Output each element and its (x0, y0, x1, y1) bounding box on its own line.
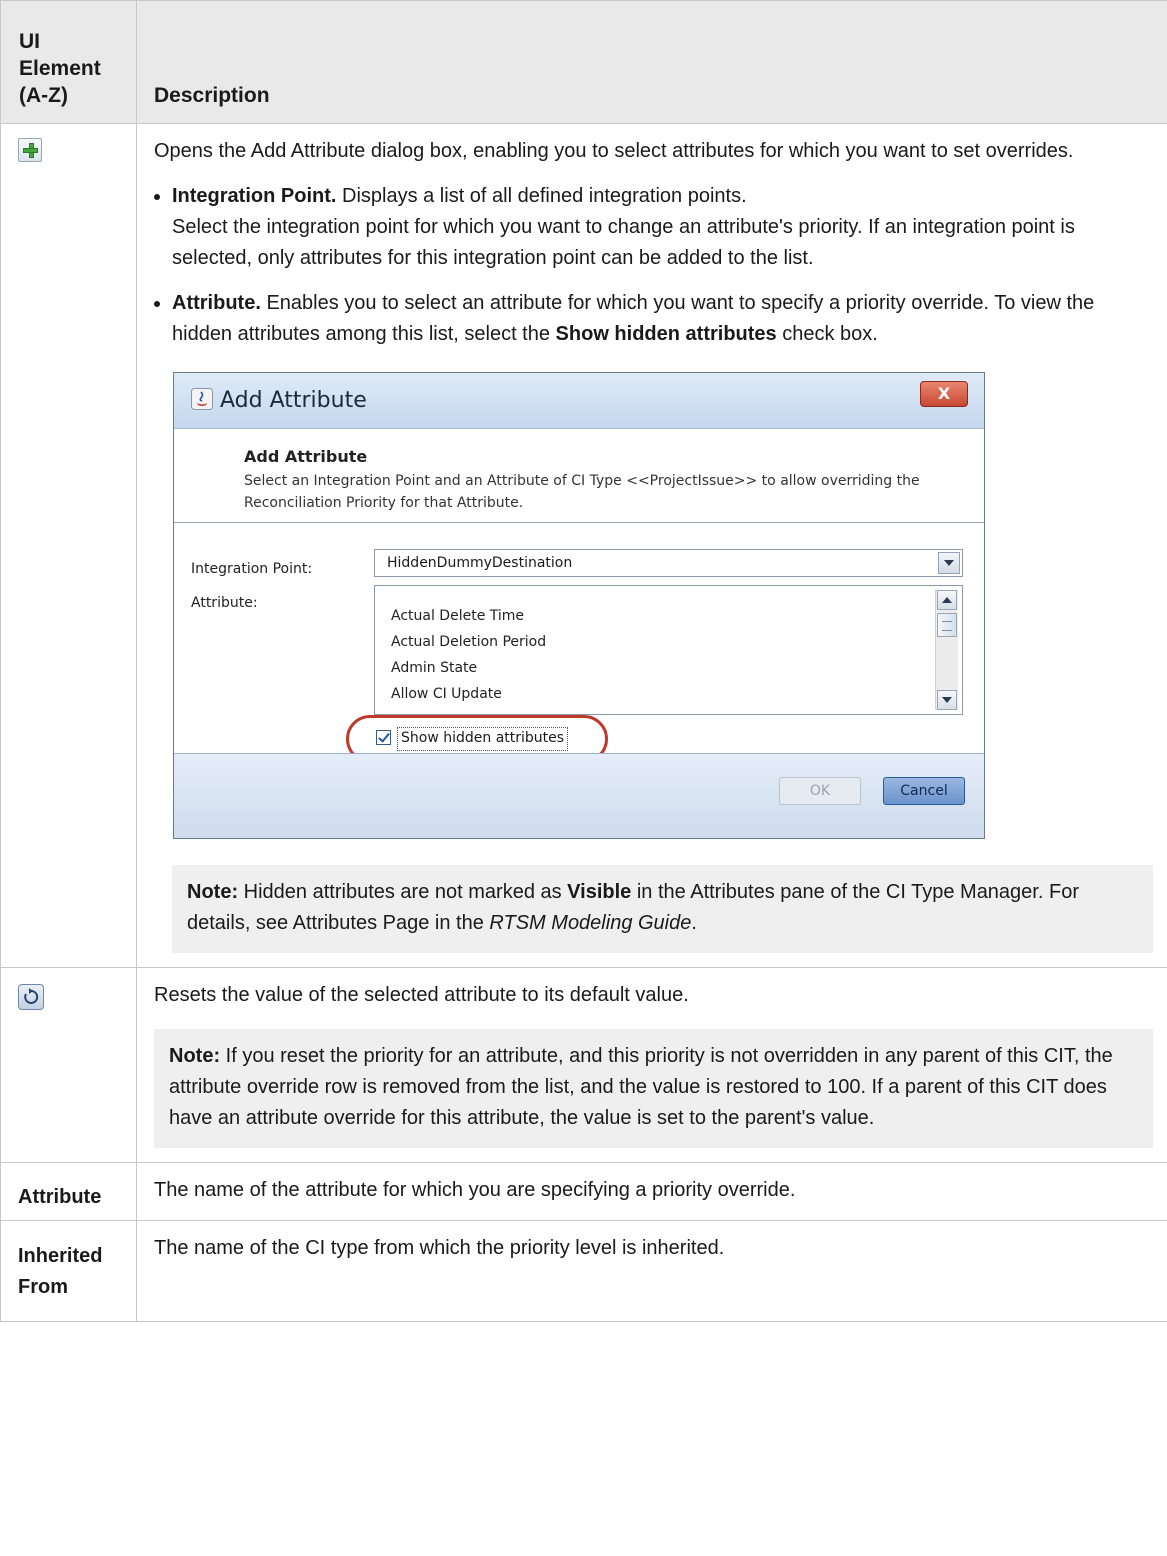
scroll-down-icon[interactable] (937, 690, 957, 710)
header-ui-element: UI Element (A-Z) (0, 0, 137, 124)
close-icon: X (937, 384, 951, 403)
ui-element-cell (0, 123, 137, 968)
dialog-header-description: Select an Integration Point and an Attri… (244, 473, 920, 511)
note-box: Note: Hidden attributes are not marked a… (172, 865, 1153, 953)
dialog-body: Integration Point: HiddenDummyDestinatio… (174, 523, 984, 763)
note-box: Note: If you reset the priority for an a… (154, 1029, 1153, 1148)
table-row: Attribute The name of the attribute for … (0, 1162, 1167, 1221)
ui-element-name: Inherited From (18, 1245, 103, 1298)
bullet-attribute: Attribute. Enables you to select an attr… (154, 288, 1153, 350)
header-ui-element-label: UI Element (A-Z) (19, 30, 101, 107)
chevron-down-icon[interactable] (938, 552, 960, 574)
ui-element-cell: Inherited From (0, 1220, 137, 1322)
description-cell: The name of the attribute for which you … (136, 1162, 1167, 1221)
dialog-header-title: Add Attribute (244, 447, 368, 466)
bullet-integration-point: Integration Point. Displays a list of al… (154, 181, 1153, 212)
dialog-footer: OK Cancel (174, 753, 984, 838)
bullet-term: Integration Point. (172, 185, 337, 207)
add-description: Opens the Add Attribute dialog box, enab… (154, 140, 1074, 162)
description-cell: Opens the Add Attribute dialog box, enab… (136, 123, 1167, 968)
scroll-up-icon[interactable] (937, 590, 957, 610)
table-header-row: UI Element (A-Z) Description (0, 0, 1167, 124)
attribute-list[interactable]: Actual Delete Time Actual Deletion Perio… (374, 585, 963, 715)
dialog-title: Add Attribute (220, 388, 367, 413)
dialog-title-bar: Add Attribute X (174, 373, 984, 429)
bullet-term: Attribute. (172, 292, 261, 314)
note-text: Hidden attributes are not marked as (238, 881, 568, 903)
attribute-description: The name of the attribute for which you … (154, 1179, 796, 1201)
add-plus-icon (18, 138, 42, 162)
table-row: Resets the value of the selected attribu… (0, 967, 1167, 1163)
integration-point-label: Integration Point: (191, 561, 313, 577)
note-italic: RTSM Modeling Guide (489, 912, 692, 934)
description-cell: Resets the value of the selected attribu… (136, 967, 1167, 1163)
reset-icon (18, 984, 44, 1010)
reset-description: Resets the value of the selected attribu… (154, 984, 689, 1006)
ui-element-name: Attribute (18, 1186, 102, 1208)
list-item[interactable]: Allow CI Update (391, 679, 502, 710)
cancel-button[interactable]: Cancel (883, 777, 965, 805)
header-description: Description (136, 0, 1167, 124)
attribute-label: Attribute: (191, 595, 258, 611)
bullet-sub-text: Select the integration point for which y… (172, 216, 1075, 269)
ui-element-cell (0, 967, 137, 1163)
table-row: Opens the Add Attribute dialog box, enab… (0, 123, 1167, 968)
scroll-thumb[interactable] (937, 613, 957, 637)
dialog-header: Add Attribute Select an Integration Poin… (174, 429, 984, 523)
inherited-from-description: The name of the CI type from which the p… (154, 1237, 725, 1259)
close-button[interactable]: X (920, 381, 968, 407)
ui-element-cell: Attribute (0, 1162, 137, 1221)
header-description-label: Description (154, 84, 270, 107)
attribute-list-scrollbar[interactable] (935, 590, 958, 710)
table-row: Inherited From The name of the CI type f… (0, 1220, 1167, 1322)
note-text: . (691, 912, 697, 934)
note-text: If you reset the priority for an attribu… (169, 1045, 1113, 1129)
note-bold: Visible (567, 881, 632, 903)
description-cell: The name of the CI type from which the p… (136, 1220, 1167, 1322)
integration-point-value: HiddenDummyDestination (387, 555, 573, 571)
java-app-icon (191, 388, 213, 410)
bullet-text: check box. (776, 323, 878, 345)
add-attribute-dialog: Add Attribute X Add Attribute Select an … (173, 372, 985, 839)
integration-point-select[interactable]: HiddenDummyDestination (374, 549, 963, 577)
ok-button[interactable]: OK (779, 777, 861, 805)
ui-element-table: UI Element (A-Z) Description Opens the A… (0, 0, 1167, 1322)
bullet-bold: Show hidden attributes (555, 323, 777, 345)
bullet-text: Displays a list of all defined integrati… (336, 185, 747, 207)
note-label: Note: (169, 1045, 221, 1067)
note-label: Note: (187, 881, 239, 903)
